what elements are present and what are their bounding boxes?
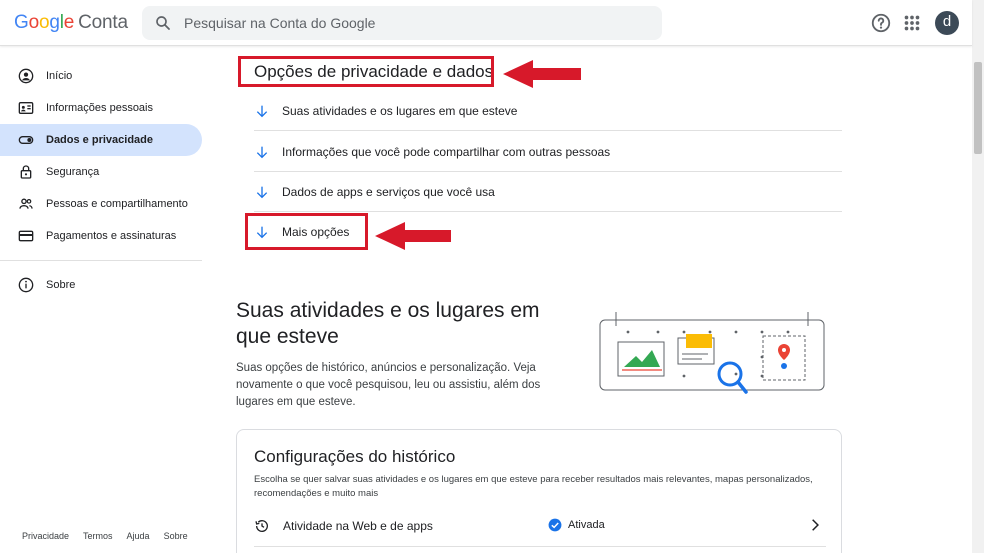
history-icon [255,520,268,532]
id-card-icon [18,100,34,116]
list-item-compartilhar[interactable]: Informações que você pode compartilhar c… [254,132,842,172]
chevron-right-icon[interactable] [808,518,822,532]
footer-links: Privacidade Termos Ajuda Sobre [22,531,188,541]
row-label: Atividade na Web e de apps [283,519,433,533]
search-bar[interactable]: Pesquisar na Conta do Google [142,6,662,40]
annotation-arrow-icon [375,222,451,250]
activity-section-desc: Suas opções de histórico, anúncios e per… [236,362,541,408]
sidebar-item-informacoes-pessoais[interactable]: Informações pessoais [0,92,202,124]
apps-grid-icon[interactable] [901,12,923,34]
sidebar-item-pessoas[interactable]: Pessoas e compartilhamento [0,188,202,220]
footer-link-sobre[interactable]: Sobre [164,531,188,541]
footer-link-privacidade[interactable]: Privacidade [22,531,69,541]
google-account-logo[interactable]: Google Conta [14,12,128,34]
search-icon [156,16,170,30]
sidebar-item-sobre[interactable]: Sobre [0,269,202,301]
info-icon [18,277,34,293]
sidebar-item-label: Segurança [46,166,100,178]
list-item-label: Suas atividades e os lugares em que este… [282,103,518,118]
sidebar-item-label: Início [46,70,73,82]
toggle-icon [18,132,34,148]
sidebar-item-dados-privacidade[interactable]: Dados e privacidade [0,124,202,156]
sidebar-divider [0,260,202,261]
search-input[interactable]: Pesquisar na Conta do Google [184,15,375,31]
activity-illustration [599,312,825,394]
footer-link-ajuda[interactable]: Ajuda [127,531,150,541]
card-title: Configurações do histórico [254,447,456,466]
google-wordmark: Google [14,12,75,33]
arrow-down-icon [256,105,268,117]
avatar[interactable]: d [935,11,959,35]
annotation-highlight-box [238,56,494,87]
sidebar-item-inicio[interactable]: Início [0,60,202,92]
arrow-down-icon [256,146,268,158]
sidebar: Início Informações pessoais Dados e priv… [0,60,205,301]
help-icon[interactable] [870,12,892,34]
check-circle-icon [548,518,562,532]
web-app-activity-row[interactable]: Atividade na Web e de apps [254,514,826,538]
people-icon [18,196,34,212]
footer-link-termos[interactable]: Termos [83,531,113,541]
list-item-atividades[interactable]: Suas atividades e os lugares em que este… [254,91,842,131]
page-scrollbar[interactable] [972,0,984,553]
list-item-label: Dados de apps e serviços que você usa [282,184,495,199]
logo-conta-text: Conta [78,12,128,33]
status-text: Ativada [568,519,605,531]
sidebar-item-seguranca[interactable]: Segurança [0,156,202,188]
list-item-label: Informações que você pode compartilhar c… [282,144,611,159]
sidebar-item-label: Pessoas e compartilhamento [46,198,188,210]
sidebar-item-label: Sobre [46,279,76,291]
annotation-arrow-icon [503,60,581,88]
lock-icon [18,164,34,180]
list-item-dados-apps[interactable]: Dados de apps e serviços que você usa [254,172,842,212]
scrollbar-thumb[interactable] [974,62,982,154]
top-bar: Google Conta Pesquisar na Conta do Google… [0,0,972,46]
status-badge: Ativada [548,518,605,532]
card-divider [254,546,826,547]
credit-card-icon [18,228,34,244]
card-description: Escolha se quer salvar suas atividades e… [254,474,813,499]
sidebar-item-label: Dados e privacidade [46,134,153,146]
person-circle-icon [18,68,34,84]
arrow-down-icon [256,186,268,198]
annotation-highlight-box [245,213,368,250]
sidebar-item-label: Pagamentos e assinaturas [46,230,177,242]
sidebar-item-label: Informações pessoais [46,102,153,114]
activity-section-title: Suas atividades e os lugares em que este… [236,299,540,348]
sidebar-item-pagamentos[interactable]: Pagamentos e assinaturas [0,220,202,252]
